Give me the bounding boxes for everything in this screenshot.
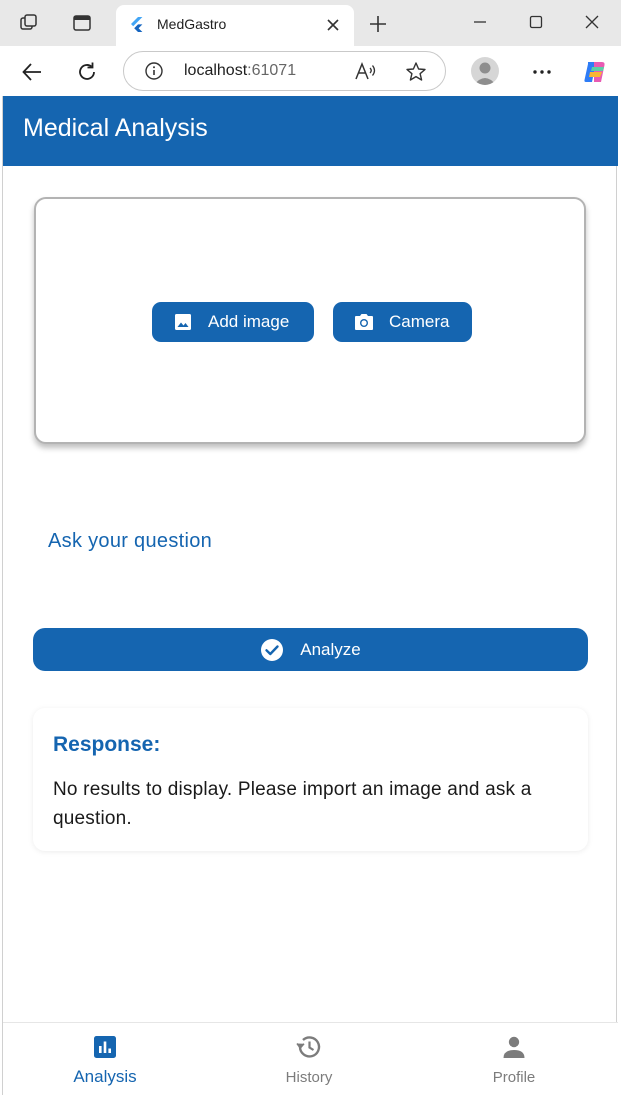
nav-item-history[interactable]: History [249,1033,369,1093]
analyze-button[interactable]: Analyze [33,628,588,671]
browser-tab[interactable]: MedGastro [116,5,354,46]
url-text[interactable]: localhost:61071 [184,62,296,80]
check-circle-icon [260,638,284,662]
add-image-label: Add image [208,312,290,331]
more-options-icon[interactable] [529,59,555,85]
image-upload-card: Add image Camera [34,197,586,444]
minimize-icon[interactable] [467,10,493,34]
favorite-star-icon[interactable] [404,60,428,84]
read-aloud-icon[interactable] [354,61,378,83]
image-icon [172,311,194,333]
flutter-icon [128,16,146,34]
vertical-tabs-icon[interactable] [70,11,94,35]
camera-label: Camera [389,312,450,331]
browser-tab-bar: MedGastro [0,0,621,46]
new-tab-icon[interactable] [366,12,390,36]
nav-label-profile: Profile [492,1069,536,1086]
add-image-button[interactable]: Add image [152,302,314,342]
question-input[interactable]: Ask your question [48,530,212,553]
workspaces-icon[interactable] [17,11,41,35]
browser-profile-avatar[interactable] [471,57,499,85]
nav-item-analysis[interactable]: Analysis [45,1033,165,1093]
copilot-icon[interactable] [582,59,608,85]
nav-label-analysis: Analysis [73,1067,137,1086]
close-tab-icon[interactable] [323,15,343,35]
history-icon [295,1033,323,1061]
close-window-icon[interactable] [579,10,605,34]
bottom-navigation: Analysis History Profile [3,1022,618,1095]
response-card: Response: No results to display. Please … [33,708,588,851]
camera-icon [353,311,375,333]
tab-title: MedGastro [157,16,227,32]
url-port: :61071 [247,62,297,79]
app-bar: Medical Analysis [3,96,618,166]
maximize-icon[interactable] [523,10,549,34]
refresh-icon[interactable] [74,59,100,85]
nav-item-profile[interactable]: Profile [454,1033,574,1093]
back-icon[interactable] [19,59,45,85]
app-window: Medical Analysis Add image Camera Ask yo… [2,96,618,1095]
camera-button[interactable]: Camera [333,302,472,342]
nav-label-history: History [285,1069,333,1086]
response-text: No results to display. Please import an … [53,779,532,829]
address-bar[interactable]: localhost:61071 [123,51,446,91]
analyze-label: Analyze [300,639,361,659]
response-title: Response: [53,733,161,756]
browser-toolbar: localhost:61071 [0,46,621,96]
analytics-icon [91,1033,119,1061]
person-icon [500,1033,528,1061]
site-info-icon[interactable] [144,61,164,81]
page-title: Medical Analysis [23,114,208,142]
url-host: localhost [184,62,248,79]
